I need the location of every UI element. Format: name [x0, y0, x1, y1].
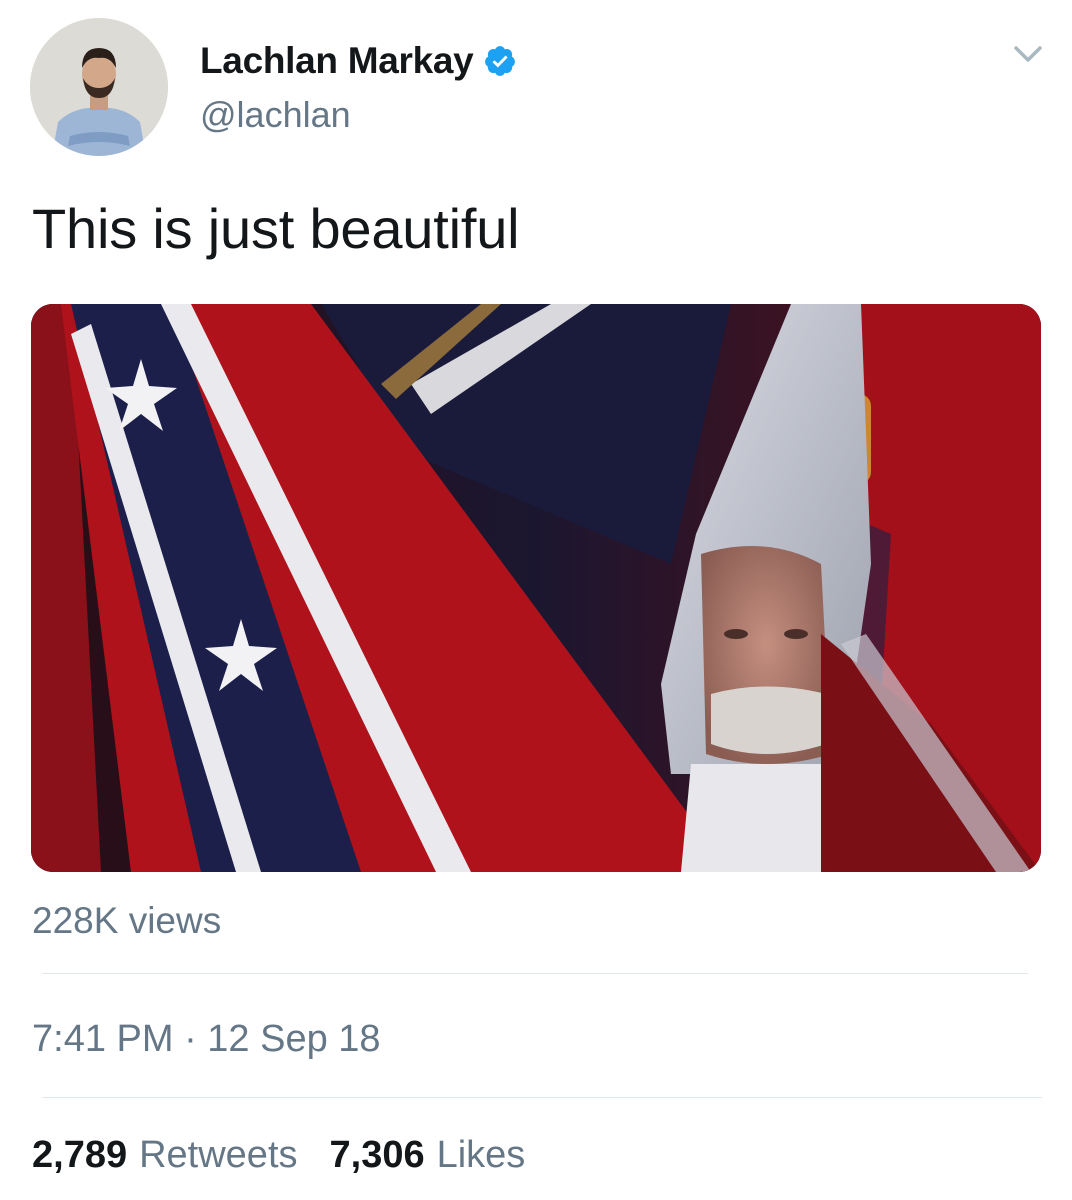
- timestamp[interactable]: 7:41 PM · 12 Sep 18: [32, 1018, 381, 1061]
- divider: [42, 973, 1028, 974]
- chevron-down-icon[interactable]: [1010, 40, 1046, 68]
- retweets-label: Retweets: [139, 1134, 298, 1176]
- view-count: 228K views: [32, 900, 222, 941]
- likes-label: Likes: [436, 1134, 526, 1176]
- author-name-row[interactable]: Lachlan Markay: [200, 38, 517, 84]
- tweet-card: Lachlan Markay @lachlan This is just bea…: [0, 0, 1072, 1200]
- tweet-text: This is just beautiful: [32, 197, 520, 260]
- tweet-media-video[interactable]: [31, 304, 1041, 872]
- verified-badge-icon: [483, 44, 517, 78]
- author-handle[interactable]: @lachlan: [200, 94, 351, 136]
- engagement-stats: 2,789 Retweets 7,306 Likes: [32, 1134, 557, 1177]
- divider: [42, 1097, 1042, 1098]
- display-name[interactable]: Lachlan Markay: [200, 40, 474, 82]
- avatar[interactable]: [30, 18, 168, 156]
- likes-stat[interactable]: 7,306 Likes: [330, 1134, 526, 1177]
- retweets-stat[interactable]: 2,789 Retweets: [32, 1134, 298, 1177]
- likes-count: 7,306: [329, 1134, 425, 1176]
- retweets-count: 2,789: [32, 1134, 128, 1176]
